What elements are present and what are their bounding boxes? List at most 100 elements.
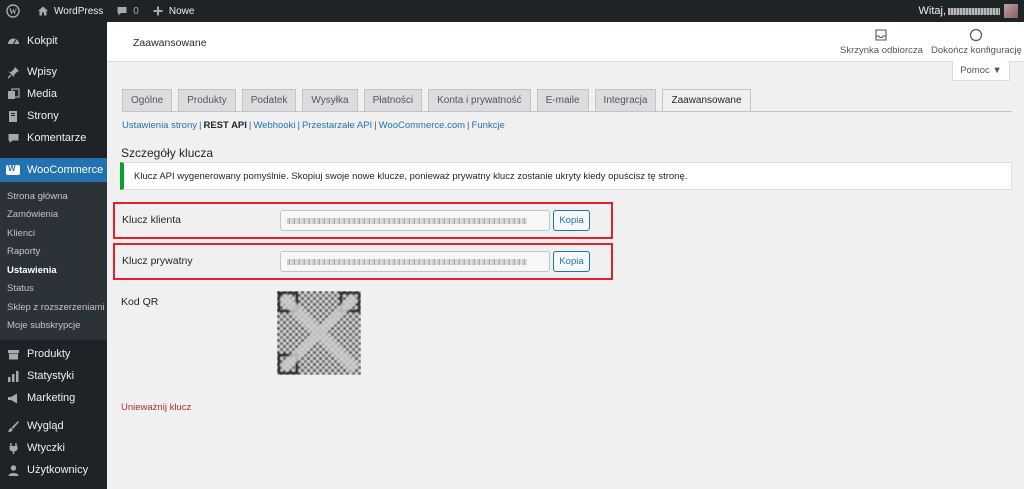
submenu-item[interactable]: Klienci [0,224,107,243]
submenu-item[interactable]: Strona główna [0,187,107,206]
consumer-key-label: Klucz klienta [122,214,181,226]
svg-text:W: W [9,7,17,16]
wordpress-logo-button[interactable]: W [0,0,30,22]
setup-label: Dokończ konfigurację [931,45,1022,56]
pin-icon [6,65,20,79]
subnav-rest-api[interactable]: REST API [203,120,246,131]
subnav-funkcje[interactable]: Funkcje [472,120,505,131]
admin-bar: W WordPress 0 Nowe Witaj, [0,0,1024,22]
menu-label: Marketing [27,392,76,404]
menu-komentarze[interactable]: Komentarze [0,127,107,149]
subnav-separator: | [198,120,202,131]
consumer-secret-label: Klucz prywatny [122,255,193,267]
site-name-link[interactable]: WordPress [30,0,109,22]
plus-icon [151,4,165,18]
subnav-ustawienia-strony[interactable]: Ustawienia strony [122,120,197,131]
blurred-secret-value [287,259,527,265]
new-content-link[interactable]: Nowe [145,0,201,22]
section-title: Szczegóły klucza [121,146,214,160]
tab-podatek[interactable]: Podatek [241,89,297,111]
tab-produkty[interactable]: Produkty [178,89,236,111]
menu-statystyki[interactable]: Statystyki [0,365,107,387]
copy-consumer-key-button[interactable]: Kopia [553,210,590,231]
archive-icon [6,347,20,361]
submenu-item-current[interactable]: Ustawienia [0,261,107,280]
revoke-key-link[interactable]: Unieważnij klucz [121,402,191,413]
progress-circle-icon [969,28,983,42]
subnav-webhooki[interactable]: Webhooki [253,120,295,131]
menu-kokpit[interactable]: Kokpit [0,30,107,52]
tab-zaawansowane[interactable]: Zaawansowane [662,89,751,111]
menu-wpisy[interactable]: Wpisy [0,61,107,83]
tab-wysylka[interactable]: Wysyłka [302,89,358,111]
inbox-button[interactable]: Skrzynka odbiorcza [840,28,923,56]
menu-label: Statystyki [27,370,75,382]
tab-platnosci[interactable]: Płatności [363,89,423,111]
page-icon [6,109,20,123]
tab-integracja[interactable]: Integracja [594,89,657,111]
submenu-item[interactable]: Moje subskrypcje [0,317,107,336]
qr-code-image [277,291,361,375]
menu-label: Media [27,88,57,100]
tab-emaile[interactable]: E-maile [536,89,589,111]
menu-label: Wygląd [27,420,64,432]
notice-text: Klucz API wygenerowany pomyślnie. Skopiu… [134,170,688,182]
menu-label: Strony [27,110,59,122]
my-account[interactable]: Witaj, [919,4,1024,18]
submenu-item[interactable]: Zamówienia [0,206,107,225]
dashboard-icon [6,34,20,48]
consumer-key-row: Klucz klienta Kopia [113,202,613,239]
submenu-item[interactable]: Sklep z rozszerzeniami [0,298,107,317]
menu-media[interactable]: Media [0,83,107,105]
tabs-divider [122,111,1012,112]
inbox-icon [874,28,888,42]
qr-label: Kod QR [121,296,159,308]
subnav-legacy-api[interactable]: Przestarzałe API [302,120,372,131]
subnav-separator: | [297,120,300,131]
media-icon [6,87,20,101]
tab-konta[interactable]: Konta i prywatność [428,89,531,111]
submenu-item[interactable]: Raporty [0,243,107,262]
menu-label: Wtyczki [27,442,65,454]
menu-woocommerce[interactable]: WooCommerce [0,158,107,182]
greeting: Witaj, [918,5,947,17]
subnav-separator: | [248,120,252,131]
wordpress-logo-icon: W [6,4,20,18]
page-header: Zaawansowane Skrzynka odbiorcza Dokończ … [107,22,1024,62]
menu-produkty[interactable]: Produkty [0,343,107,365]
inbox-label: Skrzynka odbiorcza [840,45,923,56]
home-icon [36,4,50,18]
menu-strony[interactable]: Strony [0,105,107,127]
consumer-key-field[interactable] [280,210,550,231]
woocommerce-submenu: Strona główna Zamówienia Klienci Raporty… [0,182,107,340]
subnav-separator: | [374,120,377,131]
page-title: Zaawansowane [133,37,207,49]
copy-consumer-secret-button[interactable]: Kopia [553,251,590,272]
subnav-woocommerce-com[interactable]: WooCommerce.com [379,120,465,131]
blurred-key-value [287,218,527,224]
consumer-secret-row: Klucz prywatny Kopia [113,243,613,280]
comment-icon [6,131,20,145]
blurred-username [948,7,1000,15]
subnav-separator: | [467,120,470,131]
bar-chart-icon [6,369,20,383]
menu-uzytkownicy[interactable]: Użytkownicy [0,459,107,481]
comments-count: 0 [133,5,139,17]
help-button[interactable]: Pomoc ▼ [952,61,1010,81]
finish-setup-button[interactable]: Dokończ konfigurację [931,28,1022,56]
comments-link[interactable]: 0 [109,0,145,22]
plug-icon [6,441,20,455]
submenu-item[interactable]: Status [0,280,107,299]
menu-label: Wpisy [27,66,57,78]
consumer-secret-field[interactable] [280,251,550,272]
new-label: Nowe [168,5,195,17]
tab-ogolne[interactable]: Ogólne [122,89,173,111]
brush-icon [6,419,20,433]
menu-wyglad[interactable]: Wygląd [0,415,107,437]
menu-label: Kokpit [27,35,58,47]
menu-wtyczki[interactable]: Wtyczki [0,437,107,459]
menu-label: Użytkownicy [27,464,89,476]
settings-tabs: Ogólne Produkty Podatek Wysyłka Płatnośc… [122,89,757,111]
menu-marketing[interactable]: Marketing [0,387,107,409]
woocommerce-icon [6,163,20,177]
